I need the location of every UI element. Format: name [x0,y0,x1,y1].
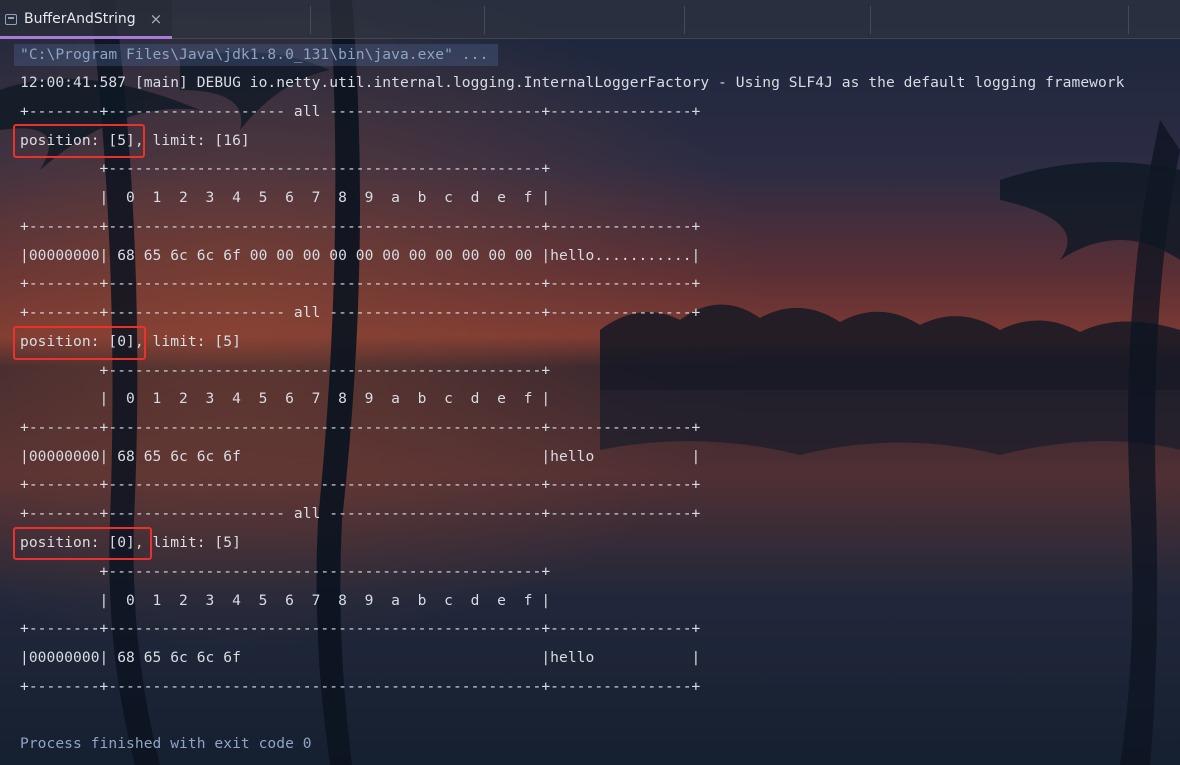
dump-column-header: | 0 1 2 3 4 5 6 7 8 9 a b c d e f | [20,592,551,609]
dump-footer: +--------+------------------------------… [20,476,701,493]
process-exit-line: Process finished with exit code 0 [20,735,312,752]
dump-footer: +--------+------------------------------… [20,275,701,292]
limit-text: limit: [5] [143,333,241,350]
tab-divider [310,6,311,34]
limit-text: limit: [5] [143,534,241,551]
log-line: 12:00:41.587 [main] DEBUG io.netty.util.… [20,74,1125,91]
tab-divider [1128,6,1129,34]
highlight-box [13,124,145,158]
dump-header: +--------+-------------------- all -----… [20,103,701,120]
run-console-output[interactable]: "C:\Program Files\Java\jdk1.8.0_131\bin\… [0,38,1180,765]
dump-separator: +--------+------------------------------… [20,620,701,637]
dump-inner-border: +---------------------------------------… [20,362,551,379]
dump-separator: +--------+------------------------------… [20,218,701,235]
tab-divider [484,6,485,34]
dump-inner-border: +---------------------------------------… [20,563,551,580]
dump-data-row: |00000000| 68 65 6c 6c 6f |hello | [20,448,701,465]
highlight-box [13,527,152,560]
tab-title: BufferAndString [24,11,136,27]
dump-header: +--------+-------------------- all -----… [20,505,701,522]
command-line[interactable]: "C:\Program Files\Java\jdk1.8.0_131\bin\… [20,44,488,66]
tab-divider [870,6,871,34]
console-icon [4,12,18,26]
dump-column-header: | 0 1 2 3 4 5 6 7 8 9 a b c d e f | [20,390,551,407]
dump-inner-border: +---------------------------------------… [20,160,551,177]
tab-bufferandstring[interactable]: BufferAndString × [0,0,172,39]
dump-separator: +--------+------------------------------… [20,419,701,436]
limit-text: limit: [16] [143,132,250,149]
dump-column-header: | 0 1 2 3 4 5 6 7 8 9 a b c d e f | [20,189,551,206]
dump-header: +--------+-------------------- all -----… [20,304,701,321]
dump-data-row: |00000000| 68 65 6c 6c 6f 00 00 00 00 00… [20,247,701,264]
editor-tab-bar: BufferAndString × [0,0,1180,39]
highlight-box [13,326,146,360]
tab-divider [684,6,685,34]
close-icon[interactable]: × [150,10,163,28]
dump-footer: +--------+------------------------------… [20,678,701,695]
active-tab-indicator [0,36,172,39]
dump-data-row: |00000000| 68 65 6c 6c 6f |hello | [20,649,701,666]
